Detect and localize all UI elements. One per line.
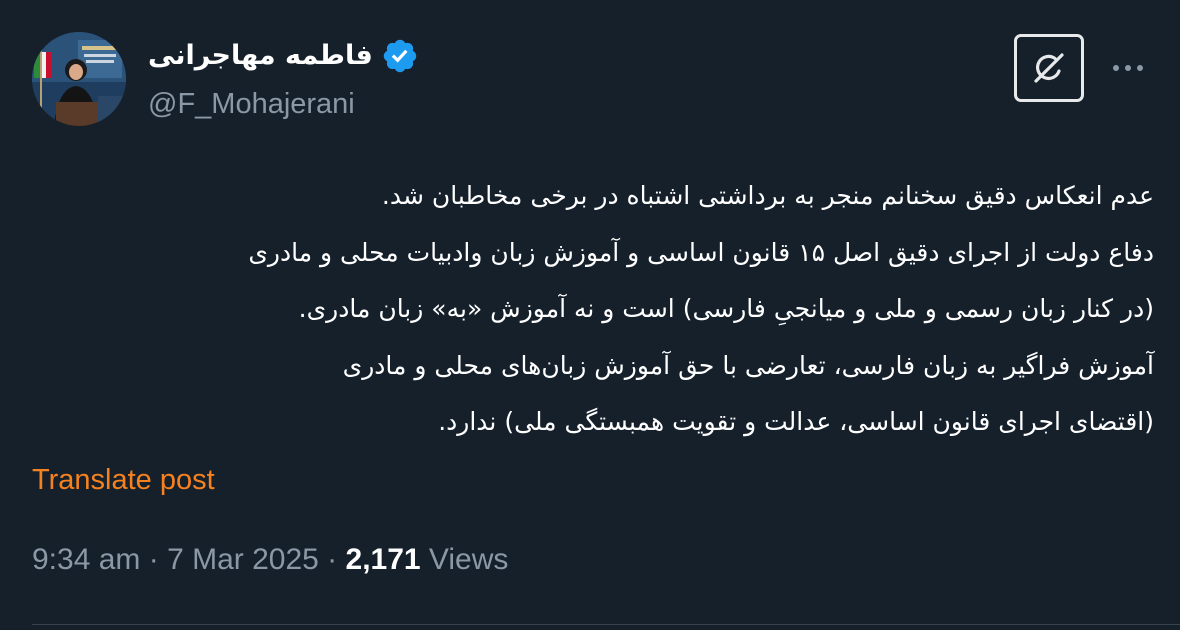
post-meta: 9:34 am · 7 Mar 2025 · 2,171 Views — [32, 540, 508, 580]
post-line: عدم انعکاس دقیق سخنانم منجر به برداشتی ا… — [381, 181, 1154, 210]
author-display-name[interactable]: فاطمه مهاجرانی — [148, 34, 373, 78]
verified-badge-icon — [383, 39, 417, 73]
grok-icon — [1034, 53, 1064, 83]
meta-separator: · — [140, 543, 168, 576]
post-text: عدم انعکاس دقیق سخنانم منجر به برداشتی ا… — [24, 168, 1154, 451]
post-date[interactable]: 7 Mar 2025 — [167, 543, 319, 576]
post-line: دفاع دولت از اجرای دقیق اصل ۱۵ قانون اسا… — [248, 237, 1154, 267]
avatar[interactable] — [32, 32, 126, 126]
author-name-row: فاطمه مهاجرانی — [148, 34, 419, 78]
post-time[interactable]: 9:34 am — [32, 543, 140, 576]
avatar-image — [32, 32, 126, 126]
views-count: 2,171 — [345, 543, 421, 576]
grok-button[interactable] — [1014, 34, 1084, 102]
views-label: Views — [420, 543, 509, 576]
divider — [32, 624, 1180, 625]
author-handle[interactable]: @F_Mohajerani — [148, 84, 355, 124]
meta-separator: · — [318, 543, 346, 576]
more-options-button[interactable] — [1108, 50, 1148, 86]
more-icon — [1113, 65, 1143, 71]
post-line: آموزش فراگیر به زبان فارسی، تعارضی با حق… — [342, 350, 1154, 380]
post-line: (اقتضای اجرای قانون اساسی، عدالت و تقویت… — [438, 407, 1154, 436]
translate-post-link[interactable]: Translate post — [32, 460, 215, 500]
post-line: (در کنار زبان رسمی و ملی و میانجیِ فارسی… — [298, 294, 1154, 323]
